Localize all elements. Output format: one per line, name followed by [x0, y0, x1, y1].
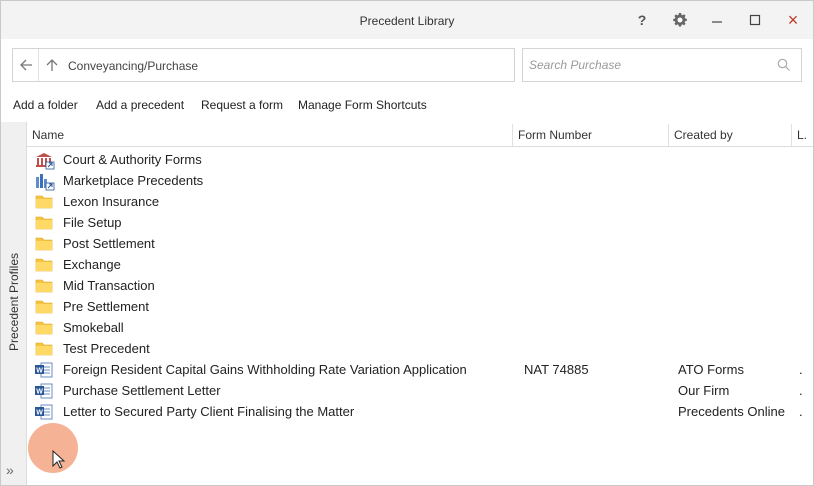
precedent-table: Name Form Number Created by L. Court & A… — [27, 124, 813, 485]
row-last: . — [799, 362, 803, 377]
arrow-left-icon — [19, 59, 32, 71]
minimize-icon — [712, 21, 722, 23]
precedent-library-window: Precedent Library ? × Conveyancing/Purch… — [0, 0, 814, 486]
arrow-up-icon — [46, 59, 58, 71]
row-name: File Setup — [63, 215, 122, 230]
row-name: Pre Settlement — [63, 299, 149, 314]
row-created-by: Our Firm — [678, 383, 730, 398]
folder-icon — [35, 257, 53, 273]
table-row[interactable]: Mid Transaction — [27, 276, 813, 297]
table-row[interactable]: Marketplace Precedents — [27, 171, 813, 192]
sidebar-label[interactable]: Precedent Profiles — [4, 242, 24, 362]
maximize-icon — [749, 14, 761, 26]
row-created-by: ATO Forms — [678, 362, 744, 377]
table-row[interactable]: W Foreign Resident Capital Gains Withhold… — [27, 360, 813, 381]
table-row[interactable]: Lexon Insurance — [27, 192, 813, 213]
table-row[interactable]: Court & Authority Forms — [27, 150, 813, 171]
table-row[interactable]: Post Settlement — [27, 234, 813, 255]
up-button[interactable] — [43, 49, 61, 81]
settings-button[interactable] — [669, 10, 691, 30]
table-row[interactable]: File Setup — [27, 213, 813, 234]
folder-icon — [35, 236, 53, 252]
table-row[interactable]: Smokeball — [27, 318, 813, 339]
close-button[interactable]: × — [782, 10, 804, 30]
folder-icon — [35, 320, 53, 336]
row-last: . — [799, 383, 803, 398]
folder-icon — [35, 215, 53, 231]
marketplace-icon — [35, 173, 55, 191]
table-row[interactable]: W Letter to Secured Party Client Finalisi… — [27, 402, 813, 423]
window-title: Precedent Library — [359, 14, 455, 28]
folder-icon — [35, 299, 53, 315]
table-row[interactable]: Test Precedent — [27, 339, 813, 360]
gear-icon — [673, 13, 687, 27]
mouse-cursor-icon — [52, 450, 66, 469]
row-name: Purchase Settlement Letter — [63, 383, 221, 398]
column-header-last[interactable]: L. — [792, 124, 813, 146]
folder-icon — [35, 341, 53, 357]
word-doc-icon: W — [35, 362, 53, 378]
svg-text:W: W — [36, 368, 43, 375]
column-header-name[interactable]: Name — [27, 124, 513, 146]
request-form-button[interactable]: Request a form — [201, 98, 283, 112]
column-header-created-by[interactable]: Created by — [669, 124, 792, 146]
row-name: Lexon Insurance — [63, 194, 160, 209]
minimize-button[interactable] — [706, 10, 728, 30]
precedent-profiles-sidebar[interactable]: Precedent Profiles » — [1, 122, 27, 485]
svg-text:W: W — [36, 410, 43, 417]
row-name: Smokeball — [63, 320, 124, 335]
folder-icon — [35, 194, 53, 210]
column-header-form-number[interactable]: Form Number — [513, 124, 669, 146]
search-icon — [777, 58, 790, 71]
table-rows: Court & Authority Forms Marketplace Prece… — [27, 150, 813, 423]
row-last: . — [799, 404, 803, 419]
help-icon: ? — [637, 12, 647, 28]
close-icon: × — [787, 9, 799, 30]
table-header: Name Form Number Created by L. — [27, 124, 813, 147]
row-name: Post Settlement — [63, 236, 155, 251]
table-row[interactable]: W Purchase Settlement Letter Our Firm. — [27, 381, 813, 402]
back-button[interactable] — [13, 49, 39, 81]
row-form-number: NAT 74885 — [524, 362, 589, 377]
table-row[interactable]: Pre Settlement — [27, 297, 813, 318]
row-name: Foreign Resident Capital Gains Withholdi… — [63, 362, 467, 377]
add-precedent-button[interactable]: Add a precedent — [96, 98, 184, 112]
row-name: Court & Authority Forms — [63, 152, 202, 167]
row-name: Mid Transaction — [63, 278, 155, 293]
row-name: Test Precedent — [63, 341, 150, 356]
folder-icon — [35, 278, 53, 294]
court-forms-icon — [35, 152, 55, 170]
row-name: Marketplace Precedents — [63, 173, 204, 188]
search-input[interactable] — [529, 57, 769, 73]
row-name: Exchange — [63, 257, 121, 272]
add-folder-button[interactable]: Add a folder — [13, 98, 78, 112]
row-created-by: Precedents Online — [678, 404, 785, 419]
manage-form-shortcuts-button[interactable]: Manage Form Shortcuts — [298, 98, 427, 112]
word-doc-icon: W — [35, 383, 53, 399]
search-box[interactable] — [522, 48, 802, 82]
breadcrumb-path[interactable]: Conveyancing/Purchase — [68, 59, 198, 73]
help-button[interactable]: ? — [631, 10, 653, 30]
address-bar[interactable]: Conveyancing/Purchase — [12, 48, 515, 82]
svg-text:W: W — [36, 389, 43, 396]
row-name: Letter to Secured Party Client Finalisin… — [63, 404, 355, 419]
title-bar: Precedent Library ? × — [1, 1, 813, 39]
table-row[interactable]: Exchange — [27, 255, 813, 276]
word-doc-icon: W — [35, 404, 53, 420]
expand-sidebar-icon[interactable]: » — [6, 462, 14, 478]
maximize-button[interactable] — [744, 10, 766, 30]
